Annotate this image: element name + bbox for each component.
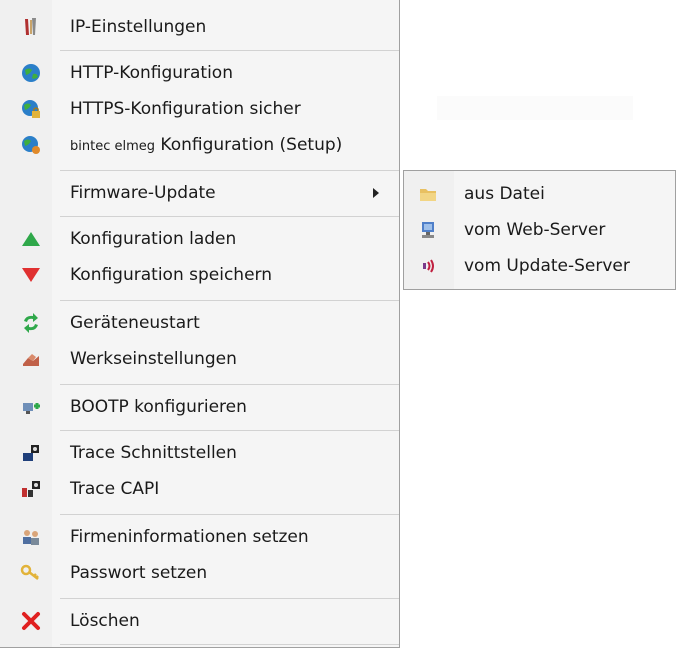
trace-interfaces-icon	[23, 445, 39, 461]
submenu-item-update-server[interactable]: vom Update-Server	[404, 249, 675, 283]
menu-item-trace-interfaces[interactable]: Trace Schnittstellen	[0, 436, 399, 470]
menu-item-label: Werkseinstellungen	[70, 349, 237, 369]
submenu-item-label: vom Web-Server	[464, 220, 606, 240]
red-x-icon	[22, 612, 40, 630]
submenu-item-label: aus Datei	[464, 184, 545, 204]
refresh-icon	[24, 313, 38, 333]
secure-globe-icon	[22, 100, 40, 118]
menu-item-delete[interactable]: Löschen	[0, 604, 399, 638]
menu-item-label: Konfiguration laden	[70, 229, 237, 249]
menu-item-set-password[interactable]: Passwort setzen	[0, 556, 399, 590]
menu-item-label: HTTP-Konfiguration	[70, 63, 233, 83]
menu-item-label: Trace CAPI	[70, 479, 160, 499]
menu-item-ip-settings[interactable]: IP-Einstellungen	[0, 10, 399, 44]
submenu-arrow-icon	[373, 188, 379, 198]
menu-item-label: Geräteneustart	[70, 313, 200, 333]
menu-item-device-restart[interactable]: Geräteneustart	[0, 306, 399, 340]
separator	[60, 430, 399, 431]
background-field	[437, 96, 633, 120]
separator	[60, 300, 399, 301]
menu-item-load-config[interactable]: Konfiguration laden	[0, 222, 399, 256]
menu-item-save-config[interactable]: Konfiguration speichern	[0, 258, 399, 292]
company-info-icon	[23, 530, 39, 545]
menu-item-setup-config[interactable]: bintec elmeg Konfiguration (Setup)	[0, 128, 399, 162]
red-down-triangle-icon	[22, 268, 40, 282]
menu-item-firmware-update[interactable]: Firmware-Update	[0, 176, 399, 210]
tools-icon	[25, 18, 36, 35]
separator	[60, 170, 399, 171]
menu-item-label: BOOTP konfigurieren	[70, 397, 247, 417]
firmware-update-submenu: aus Datei vom Web-Server vom Update-Serv…	[403, 170, 676, 290]
separator	[60, 50, 399, 51]
menu-item-label: Passwort setzen	[70, 563, 208, 583]
menu-item-label: Konfiguration speichern	[70, 265, 272, 285]
separator	[60, 216, 399, 217]
submenu-item-web-server[interactable]: vom Web-Server	[404, 213, 675, 247]
brand-label: bintec elmeg	[70, 139, 156, 154]
menu-item-http-config[interactable]: HTTP-Konfiguration	[0, 56, 399, 90]
menu-item-https-config[interactable]: HTTPS-Konfiguration sicher	[0, 92, 399, 126]
menu-item-label: Firmeninformationen setzen	[70, 527, 309, 547]
key-icon	[20, 564, 39, 580]
menu-item-label: IP-Einstellungen	[70, 17, 207, 37]
bootp-icon	[23, 403, 40, 414]
menu-item-bootp-config[interactable]: BOOTP konfigurieren	[0, 390, 399, 424]
submenu-item-label: vom Update-Server	[464, 256, 630, 276]
web-server-icon	[422, 222, 434, 238]
menu-item-label: bintec elmeg Konfiguration (Setup)	[70, 135, 342, 155]
menu-item-label: Löschen	[70, 611, 140, 631]
context-menu: IP-Einstellungen HTTP-Konfiguration HTTP…	[0, 0, 400, 648]
setup-label: Konfiguration (Setup)	[155, 135, 343, 155]
menu-item-company-info[interactable]: Firmeninformationen setzen	[0, 520, 399, 554]
menu-item-trace-capi[interactable]: Trace CAPI	[0, 472, 399, 506]
menu-item-factory-settings[interactable]: Werkseinstellungen	[0, 342, 399, 376]
separator	[60, 598, 399, 599]
trace-capi-icon	[22, 481, 40, 497]
update-server-icon	[423, 259, 434, 273]
submenu-item-from-file[interactable]: aus Datei	[404, 177, 675, 211]
menu-item-label: Firmware-Update	[70, 183, 216, 203]
separator	[60, 644, 399, 645]
green-up-triangle-icon	[22, 232, 40, 246]
menu-item-label: Trace Schnittstellen	[70, 443, 237, 463]
factory-reset-icon	[23, 354, 39, 366]
globe-icon	[22, 64, 40, 82]
separator	[60, 514, 399, 515]
folder-icon	[420, 189, 436, 201]
menu-item-label: HTTPS-Konfiguration sicher	[70, 99, 301, 119]
separator	[60, 384, 399, 385]
setup-globe-icon	[22, 136, 40, 154]
